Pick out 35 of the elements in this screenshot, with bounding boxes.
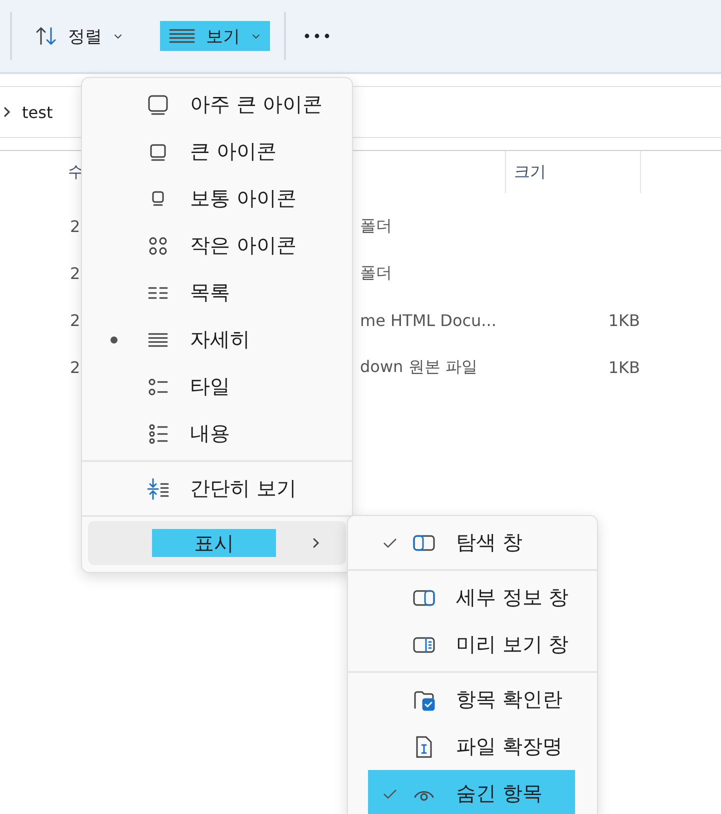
menu-item[interactable]: 숨긴 항목 xyxy=(368,770,575,814)
menu-item[interactable]: 타일 xyxy=(82,363,352,410)
table-cell-text: 폴더 xyxy=(359,263,393,284)
sort-icon xyxy=(34,24,58,48)
breadcrumb-item[interactable]: test xyxy=(22,102,53,122)
chevron-right-icon xyxy=(2,106,12,118)
menu-item[interactable]: 간단히 보기 xyxy=(82,465,352,512)
submenu-item[interactable]: 표시 xyxy=(88,521,346,565)
menu-item[interactable]: 파일 확장명 xyxy=(368,723,575,770)
table-cell-text: 1KB xyxy=(607,358,640,377)
menu-item[interactable]: 세부 정보 창 xyxy=(368,574,575,621)
table-cell-text: down 원본 파일 xyxy=(359,357,478,378)
monitor-icon xyxy=(146,92,170,116)
menu-item[interactable]: 자세히 xyxy=(82,316,352,363)
column-header[interactable]: 크기 xyxy=(505,151,640,193)
table-cell-text: 폴더 xyxy=(359,216,393,237)
toolbar-button[interactable]: 보기 xyxy=(160,21,270,51)
more-icon xyxy=(304,33,330,39)
menu-item[interactable]: 미리 보기 창 xyxy=(368,621,575,668)
table-cell-text: 2 xyxy=(69,217,82,236)
table-cell-text: 2 xyxy=(69,311,82,330)
menu-item[interactable]: 보통 아이콘 xyxy=(82,175,352,222)
menu-item[interactable]: 큰 아이콘 xyxy=(82,128,352,175)
menu-item[interactable]: 작은 아이콘 xyxy=(82,222,352,269)
menu-item[interactable]: 항목 확인란 xyxy=(368,676,575,723)
table-cell-text: me HTML Docu... xyxy=(359,311,498,330)
menu-item[interactable]: 내용 xyxy=(82,410,352,457)
menu-item[interactable]: 목록 xyxy=(82,269,352,316)
toolbar-button[interactable]: 정렬 xyxy=(26,21,132,51)
menu-item[interactable]: 아주 큰 아이콘 xyxy=(82,81,352,128)
table-cell-text: 2 xyxy=(69,358,82,377)
table-cell-text: 2 xyxy=(69,264,82,283)
compact-icon xyxy=(146,476,170,500)
menu-item[interactable]: 탐색 창 xyxy=(368,519,575,566)
table-cell-text: 1KB xyxy=(607,311,640,330)
